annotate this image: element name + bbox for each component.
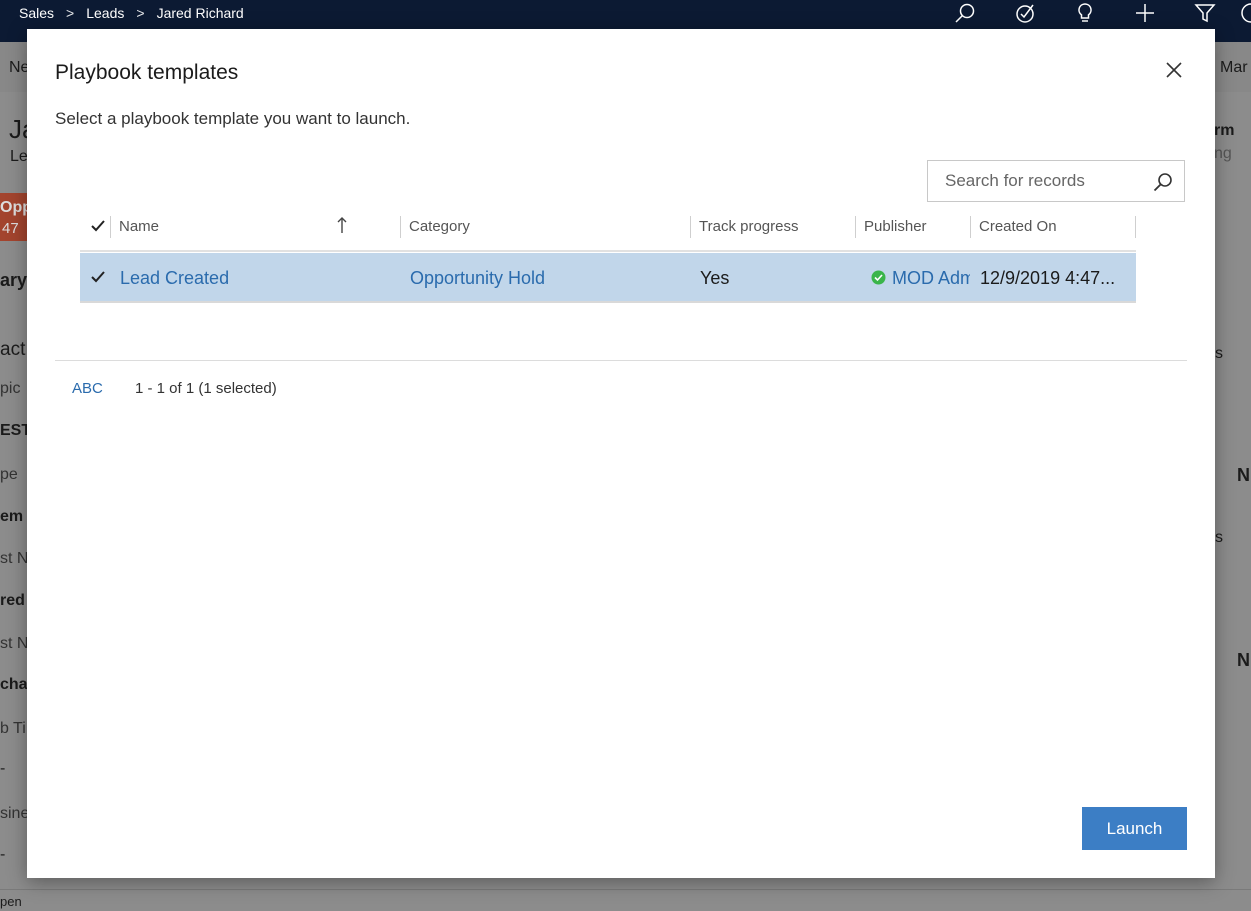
- record-count: 1 - 1 of 1 (1 selected): [135, 380, 277, 397]
- playbook-templates-dialog: Playbook templates Select a playbook tem…: [27, 29, 1215, 878]
- bg-field: b Ti: [0, 720, 26, 737]
- bg-value: red: [0, 592, 25, 609]
- column-header-category[interactable]: Category: [400, 212, 690, 250]
- bg-right-text: ng: [1214, 145, 1232, 162]
- search-icon[interactable]: [935, 0, 995, 26]
- grid-footer-divider: [55, 360, 1187, 361]
- row-name-link[interactable]: Lead Created: [120, 253, 400, 301]
- bg-tab: ary: [0, 270, 28, 290]
- breadcrumb-item-record: Jared Richard: [156, 5, 244, 21]
- bg-field: pic: [0, 380, 21, 397]
- plus-icon[interactable]: [1115, 0, 1175, 26]
- bg-right-text: s: [1215, 345, 1223, 362]
- row-publisher-link[interactable]: MOD Adm: [892, 253, 970, 301]
- search-box: [927, 160, 1185, 202]
- status-available-icon: [871, 270, 886, 290]
- bg-value: -: [0, 760, 6, 777]
- bg-badge: Opp 47: [0, 193, 32, 241]
- bg-right-text: N: [1237, 465, 1250, 485]
- dialog-title: Playbook templates: [55, 61, 239, 84]
- bg-field: pe: [0, 466, 18, 483]
- sort-ascending-icon: [336, 216, 348, 239]
- select-all-checkbox[interactable]: [89, 217, 107, 240]
- breadcrumb-separator-icon: >: [136, 5, 145, 21]
- column-header-publisher[interactable]: Publisher: [855, 212, 970, 250]
- bg-right-text: s: [1215, 529, 1223, 546]
- task-icon[interactable]: [995, 0, 1055, 26]
- search-input[interactable]: [928, 161, 1143, 201]
- column-header-created-on[interactable]: Created On: [970, 212, 1135, 250]
- bg-field: st N: [0, 550, 29, 567]
- bg-record-type: Le: [10, 148, 28, 165]
- row-track-progress: Yes: [700, 268, 730, 288]
- bg-section: act: [0, 339, 26, 360]
- column-header-name[interactable]: Name: [110, 212, 400, 250]
- breadcrumb-item-sales[interactable]: Sales: [19, 5, 54, 21]
- breadcrumb: Sales > Leads > Jared Richard: [19, 5, 244, 21]
- search-icon[interactable]: [1152, 171, 1174, 193]
- dialog-subtitle: Select a playbook template you want to l…: [55, 109, 411, 128]
- lightbulb-icon[interactable]: [1055, 0, 1115, 26]
- grid-header: Name Category Track progress Publisher C…: [80, 212, 1136, 252]
- row-category-link[interactable]: Opportunity Hold: [410, 253, 690, 301]
- column-header-track-progress[interactable]: Track progress: [690, 212, 855, 250]
- bg-field: st N: [0, 635, 29, 652]
- bg-value: -: [0, 846, 6, 863]
- row-created-on: 12/9/2019 4:47...: [980, 268, 1116, 288]
- help-icon[interactable]: [1235, 0, 1251, 26]
- bg-nav-right: Mar: [1220, 59, 1248, 76]
- row-checkmark-icon[interactable]: [89, 268, 107, 291]
- bg-right-text: rm: [1214, 122, 1235, 139]
- bg-status-text: pen: [0, 894, 22, 909]
- bg-right-text: N: [1237, 650, 1250, 670]
- table-row[interactable]: Lead Created Opportunity Hold Yes MOD Ad…: [80, 253, 1136, 303]
- close-icon[interactable]: [1163, 59, 1185, 81]
- filter-icon[interactable]: [1175, 0, 1235, 26]
- breadcrumb-item-leads[interactable]: Leads: [86, 5, 124, 21]
- breadcrumb-separator-icon: >: [66, 5, 75, 21]
- bg-field: sine: [0, 805, 30, 822]
- alphabet-filter[interactable]: ABC: [72, 380, 103, 397]
- launch-button[interactable]: Launch: [1082, 807, 1187, 850]
